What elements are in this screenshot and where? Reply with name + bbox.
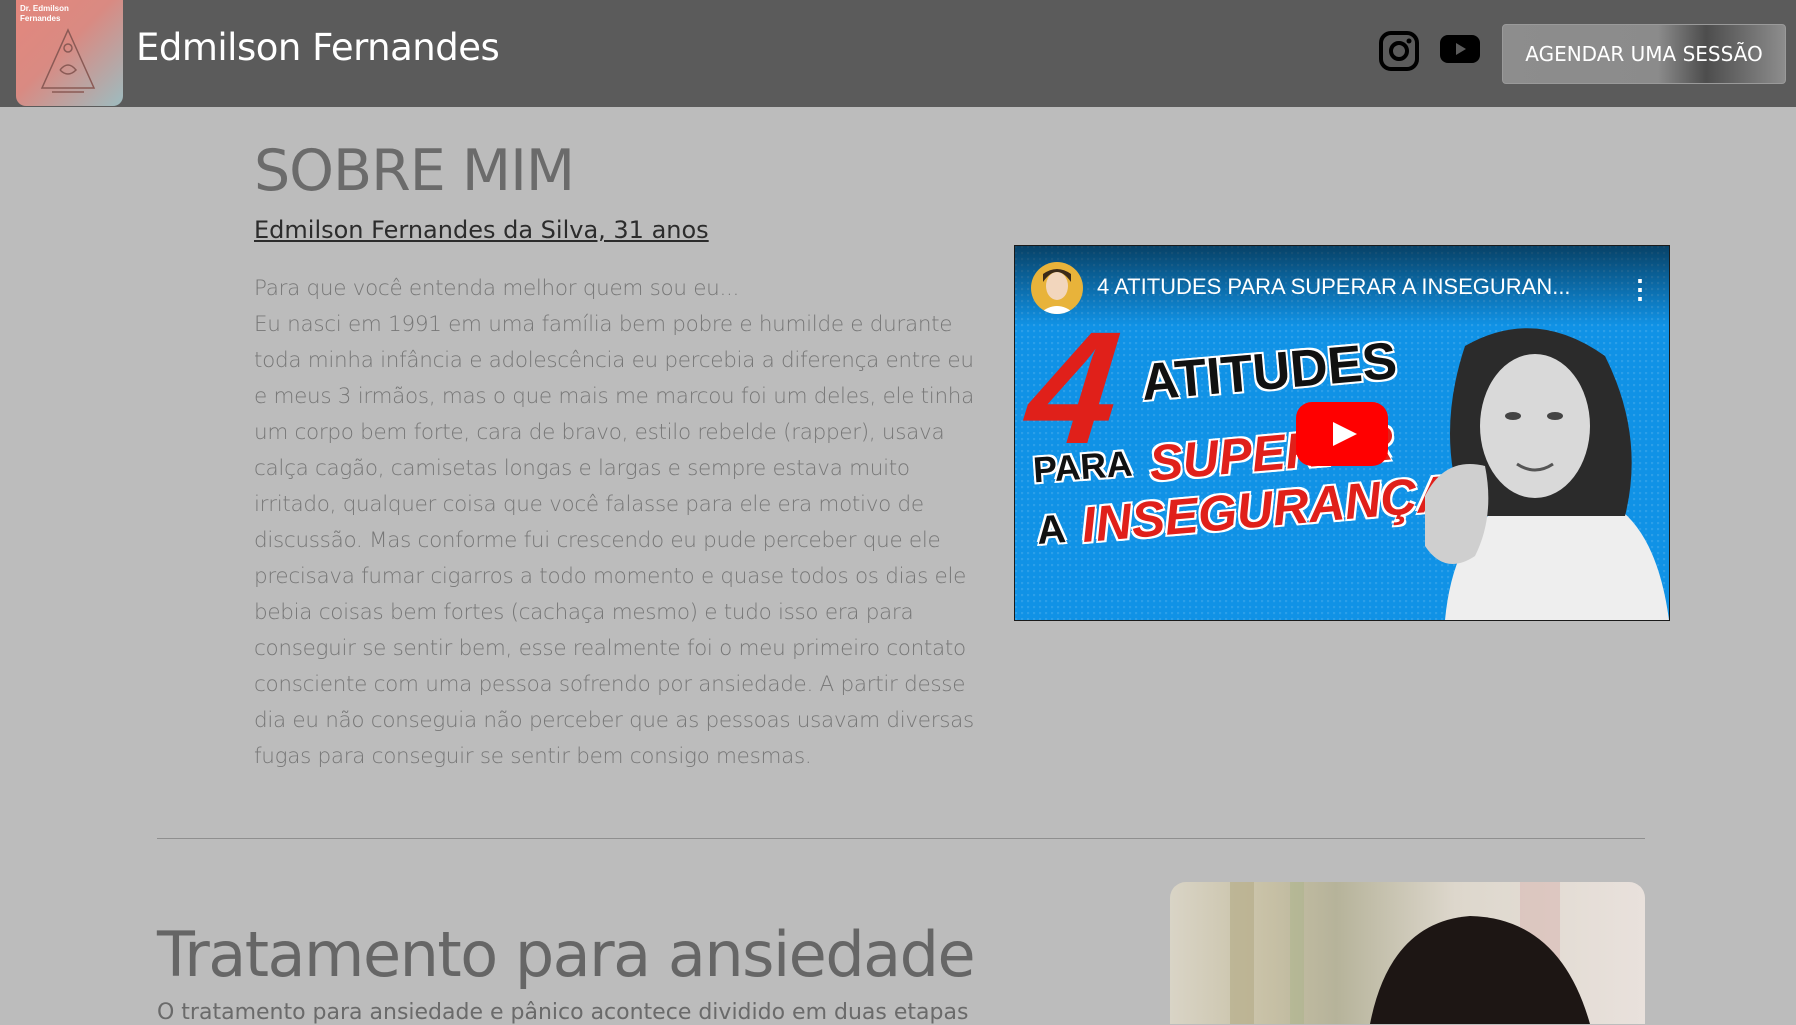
site-logo[interactable]: Dr. Edmilson Fernandes xyxy=(16,0,123,106)
section-divider xyxy=(157,838,1645,839)
channel-avatar[interactable] xyxy=(1031,262,1083,314)
youtube-icon[interactable] xyxy=(1440,33,1480,65)
treatment-photo-image xyxy=(1230,882,1590,1024)
top-navbar: Dr. Edmilson Fernandes Edmilson Fernande… xyxy=(0,0,1796,107)
about-intro: Para que você entenda melhor quem sou eu… xyxy=(254,276,740,301)
video-title[interactable]: 4 ATITUDES PARA SUPERAR A INSEGURAN... xyxy=(1097,274,1571,300)
youtube-video-embed[interactable]: 4 ATITUDES PARA SUPERAR A INSEGURANÇA 4 … xyxy=(1014,245,1670,621)
thumb-line1: ATITUDES xyxy=(1138,331,1400,413)
about-text: Para que você entenda melhor quem sou eu… xyxy=(254,271,986,775)
about-body: Eu nasci em 1991 em uma família bem pobr… xyxy=(254,312,974,769)
thumb-line2a: PARA xyxy=(1031,442,1134,491)
instagram-icon[interactable] xyxy=(1378,30,1420,72)
play-button-icon[interactable] xyxy=(1296,402,1388,466)
logo-text: Dr. Edmilson Fernandes xyxy=(20,4,69,23)
about-subtitle: Edmilson Fernandes da Silva, 31 anos xyxy=(254,216,709,244)
logo-emblem-icon xyxy=(40,28,96,93)
treatment-text: O tratamento para ansiedade e pânico aco… xyxy=(157,1000,969,1025)
thumb-number: 4 xyxy=(1019,298,1128,477)
video-menu-icon[interactable]: ⋮ xyxy=(1627,274,1653,305)
brand-name[interactable]: Edmilson Fernandes xyxy=(136,26,500,69)
thumb-line3a: A xyxy=(1035,507,1068,553)
schedule-session-button[interactable]: AGENDAR UMA SESSÃO xyxy=(1502,24,1786,84)
treatment-photo xyxy=(1170,882,1645,1024)
about-title: SOBRE MIM xyxy=(254,138,575,204)
treatment-title: Tratamento para ansiedade xyxy=(157,918,976,991)
thumbnail-person-image xyxy=(1425,328,1669,620)
